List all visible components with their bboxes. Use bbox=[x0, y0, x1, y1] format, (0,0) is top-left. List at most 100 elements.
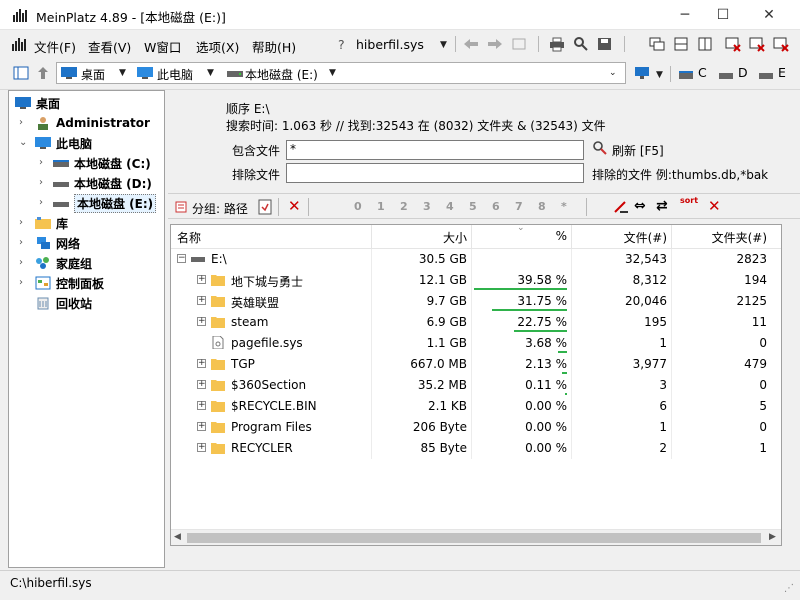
delete-icon[interactable]: ✕ bbox=[288, 197, 301, 215]
table-row[interactable]: + Program Files 206 Byte 0.00 % 1 0 bbox=[171, 417, 781, 438]
help-file-label[interactable]: hiberfil.sys bbox=[356, 37, 424, 52]
app-menu-icon[interactable] bbox=[10, 36, 28, 52]
group-select-icon[interactable] bbox=[258, 199, 272, 215]
expand-box-icon[interactable]: + bbox=[197, 275, 206, 284]
print-icon[interactable] bbox=[548, 36, 566, 52]
table-row[interactable]: + steam 6.9 GB 22.75 % 195 11 bbox=[171, 312, 781, 333]
refresh-search-icon[interactable] bbox=[592, 140, 608, 156]
help-question-icon[interactable]: ? bbox=[338, 37, 345, 52]
level-0-icon[interactable]: 0 bbox=[354, 200, 362, 213]
address-this-pc-chevron-icon[interactable]: ▼ bbox=[207, 68, 214, 78]
address-combo[interactable]: 桌面 ▼ 此电脑 ▼ 本地磁盘 (E:) ▼ ⌄ bbox=[56, 62, 626, 84]
tree-toggle-icon[interactable] bbox=[12, 65, 30, 81]
close-button[interactable]: ✕ bbox=[746, 0, 792, 30]
clear-icon[interactable] bbox=[612, 199, 630, 215]
expand-arrow-icon[interactable]: › bbox=[39, 177, 43, 188]
scroll-left-icon[interactable]: ◀ bbox=[174, 532, 181, 542]
help-file-dropdown-icon[interactable]: ▼ bbox=[440, 40, 447, 50]
horizontal-scrollbar[interactable]: ◀ ▶ bbox=[171, 529, 781, 545]
tree-item-network[interactable]: 网络 bbox=[35, 233, 80, 253]
menu-window[interactable]: W窗口 bbox=[144, 37, 181, 56]
expand-arrow-icon[interactable]: › bbox=[39, 197, 43, 208]
scroll-right-icon[interactable]: ▶ bbox=[769, 532, 776, 542]
expand-box-icon[interactable]: + bbox=[197, 401, 206, 410]
menu-view[interactable]: 查看(V) bbox=[88, 37, 131, 56]
header-files[interactable]: 文件(#) bbox=[571, 229, 667, 246]
menu-options[interactable]: 选项(X) bbox=[196, 37, 239, 56]
monitor-dropdown-icon[interactable]: ▼ bbox=[656, 70, 663, 80]
tree-item-drive-e[interactable]: 本地磁盘 (E:) bbox=[53, 193, 157, 213]
address-desktop-chevron-icon[interactable]: ▼ bbox=[119, 68, 126, 78]
expand-arrow-icon[interactable]: › bbox=[39, 157, 43, 168]
address-desktop[interactable]: 桌面 bbox=[81, 66, 105, 83]
tree-item-administrator[interactable]: Administrator bbox=[35, 113, 150, 133]
expand-box-icon[interactable]: + bbox=[197, 443, 206, 452]
close-window-icon[interactable] bbox=[724, 36, 742, 52]
expand-arrow-icon[interactable]: › bbox=[19, 237, 23, 248]
drive-e-label[interactable]: E bbox=[778, 65, 786, 80]
search-icon[interactable] bbox=[572, 36, 590, 52]
scrollbar-thumb[interactable] bbox=[187, 533, 761, 543]
up-icon[interactable] bbox=[510, 36, 528, 52]
maximize-button[interactable]: ☐ bbox=[700, 0, 746, 30]
level-4-icon[interactable]: 4 bbox=[446, 200, 454, 213]
save-icon[interactable] bbox=[596, 36, 614, 52]
cascade-icon[interactable] bbox=[648, 36, 666, 52]
header-size[interactable]: 大小 bbox=[371, 229, 467, 246]
close-others-icon[interactable] bbox=[772, 36, 790, 52]
header-name[interactable]: 名称 bbox=[177, 229, 201, 246]
table-row[interactable]: + $RECYCLE.BIN 2.1 KB 0.00 % 6 5 bbox=[171, 396, 781, 417]
collapse-box-icon[interactable]: − bbox=[177, 254, 186, 263]
tree-item-library[interactable]: 库 bbox=[35, 213, 68, 233]
level-all-icon[interactable]: * bbox=[561, 200, 567, 213]
tile-vertical-icon[interactable] bbox=[696, 36, 714, 52]
tree-item-homegroup[interactable]: 家庭组 bbox=[35, 253, 92, 273]
sort-arrows-icon[interactable]: ⇄ bbox=[656, 198, 668, 214]
cancel-icon[interactable]: ✕ bbox=[708, 197, 721, 215]
tree-item-recycle-bin[interactable]: 回收站 bbox=[35, 293, 92, 313]
results-table[interactable]: 名称 大小 ⌄ % 文件(#) 文件夹(#) − E:\ 30.5 GB 32,543… bbox=[170, 223, 782, 546]
tree-item-control-panel[interactable]: 控制面板 bbox=[35, 273, 104, 293]
folder-tree[interactable]: 桌面 › Administrator ⌄ 此电脑 › 本地磁盘 (C:) › 本… bbox=[8, 90, 165, 568]
address-drive[interactable]: 本地磁盘 (E:) bbox=[245, 66, 318, 83]
expand-arrow-icon[interactable]: › bbox=[19, 217, 23, 228]
drive-c-icon[interactable] bbox=[678, 67, 696, 83]
sort-icon[interactable]: sort bbox=[680, 196, 698, 205]
menu-help[interactable]: 帮助(H) bbox=[252, 37, 296, 56]
drive-c-label[interactable]: C bbox=[698, 65, 707, 80]
table-row-root[interactable]: − E:\ 30.5 GB 32,543 2823 bbox=[171, 249, 781, 270]
level-6-icon[interactable]: 6 bbox=[492, 200, 500, 213]
expand-arrow-icon[interactable]: › bbox=[19, 277, 23, 288]
include-files-input[interactable]: * bbox=[286, 140, 584, 160]
level-8-icon[interactable]: 8 bbox=[538, 200, 546, 213]
expand-box-icon[interactable]: + bbox=[197, 422, 206, 431]
tree-item-this-pc[interactable]: 此电脑 bbox=[35, 133, 92, 153]
table-row[interactable]: + RECYCLER 85 Byte 0.00 % 2 1 bbox=[171, 438, 781, 459]
level-3-icon[interactable]: 3 bbox=[423, 200, 431, 213]
group-by-path[interactable]: 分组: 路径 bbox=[192, 200, 248, 217]
level-2-icon[interactable]: 2 bbox=[400, 200, 408, 213]
refresh-button[interactable]: 刷新 [F5] bbox=[612, 142, 664, 159]
drive-e-icon[interactable] bbox=[758, 67, 776, 83]
table-row[interactable]: + $360Section 35.2 MB 0.11 % 3 0 bbox=[171, 375, 781, 396]
forward-icon[interactable] bbox=[486, 36, 504, 52]
tile-horizontal-icon[interactable] bbox=[672, 36, 690, 52]
table-row[interactable]: + 英雄联盟 9.7 GB 31.75 % 20,046 2125 bbox=[171, 291, 781, 312]
level-5-icon[interactable]: 5 bbox=[469, 200, 477, 213]
group-icon[interactable] bbox=[174, 200, 188, 214]
table-row[interactable]: + 地下城与勇士 12.1 GB 39.58 % 8,312 194 bbox=[171, 270, 781, 291]
up-folder-icon[interactable] bbox=[34, 65, 52, 81]
tree-item-desktop[interactable]: 桌面 bbox=[15, 93, 60, 113]
back-icon[interactable] bbox=[462, 36, 480, 52]
expand-horizontal-icon[interactable]: ⇔ bbox=[634, 198, 646, 214]
expand-box-icon[interactable]: + bbox=[197, 359, 206, 368]
close-all-icon[interactable] bbox=[748, 36, 766, 52]
tree-item-drive-d[interactable]: 本地磁盘 (D:) bbox=[53, 173, 152, 193]
expand-box-icon[interactable]: + bbox=[197, 317, 206, 326]
menu-file[interactable]: 文件(F) bbox=[34, 37, 76, 56]
tree-item-drive-c[interactable]: 本地磁盘 (C:) bbox=[53, 153, 151, 173]
exclude-files-input[interactable] bbox=[286, 163, 584, 183]
expand-arrow-icon[interactable]: › bbox=[19, 117, 23, 128]
expand-box-icon[interactable]: + bbox=[197, 380, 206, 389]
resize-grip-icon[interactable]: ⋰ bbox=[784, 583, 794, 594]
